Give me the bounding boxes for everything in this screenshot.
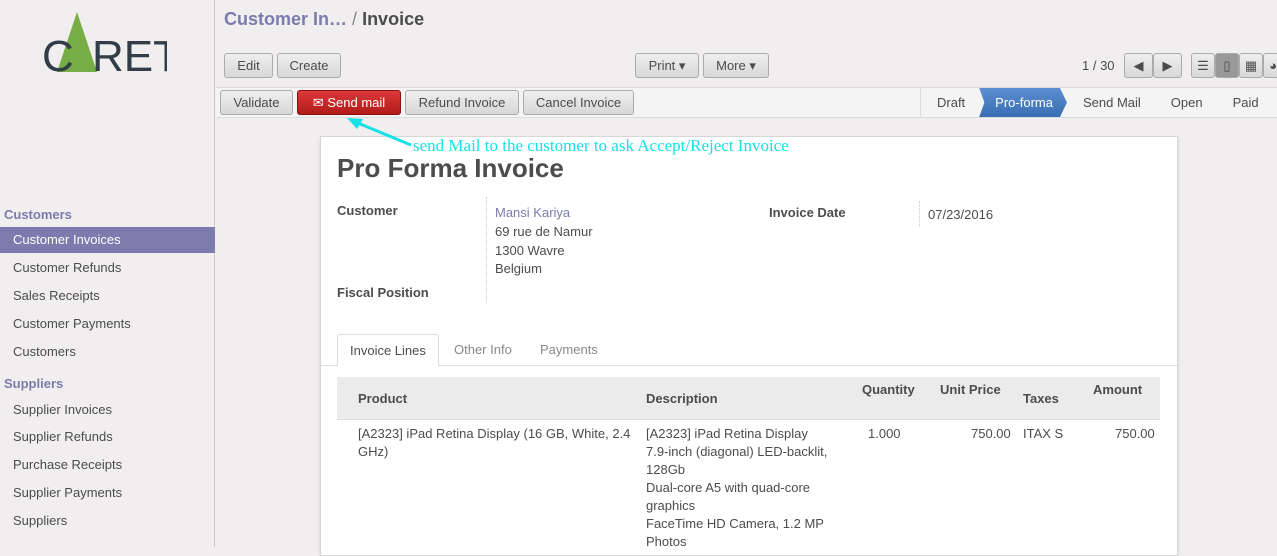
tab-other-info[interactable]: Other Info bbox=[442, 334, 524, 367]
sidebar-section-suppliers: Suppliers bbox=[4, 376, 64, 391]
validate-button[interactable]: Validate bbox=[220, 90, 293, 115]
invoice-date: 07/23/2016 bbox=[928, 207, 994, 222]
cell-unit-price: 750.00 bbox=[971, 426, 1011, 441]
list-icon: ☰ bbox=[1197, 58, 1209, 73]
cell-quantity: 1.000 bbox=[868, 426, 901, 441]
sidebar-item-customers[interactable]: Customers bbox=[0, 339, 215, 365]
status-open[interactable]: Open bbox=[1155, 88, 1217, 117]
breadcrumb-current: Invoice bbox=[362, 9, 425, 29]
cell-taxes: ITAX S bbox=[1023, 426, 1064, 441]
sidebar-item-sales-receipts[interactable]: Sales Receipts bbox=[0, 283, 215, 309]
customer-label: Customer bbox=[337, 203, 398, 218]
cell-description-7: Photos bbox=[646, 534, 687, 549]
table-header: Product Description Quantity Unit Price … bbox=[337, 377, 1160, 420]
create-button[interactable]: Create bbox=[277, 53, 341, 78]
cell-description-2: 7.9-inch (diagonal) LED-backlit, bbox=[646, 444, 828, 459]
sidebar-item-customer-payments[interactable]: Customer Payments bbox=[0, 311, 215, 337]
col-product[interactable]: Product bbox=[358, 391, 407, 406]
cell-description-4: Dual-core A5 with quad-core bbox=[646, 480, 811, 495]
sidebar: C RET Customers Customer Invoices Custome… bbox=[0, 0, 215, 547]
cell-amount: 750.00 bbox=[1115, 426, 1155, 441]
invoice-date-label: Invoice Date bbox=[769, 205, 846, 220]
pager: 1 / 30 bbox=[1082, 58, 1115, 73]
status-paid[interactable]: Paid bbox=[1217, 88, 1273, 117]
col-description[interactable]: Description bbox=[646, 391, 718, 406]
status-draft[interactable]: Draft bbox=[921, 88, 979, 117]
mail-icon: ✉ bbox=[312, 95, 324, 110]
form-title: Pro Forma Invoice bbox=[337, 153, 564, 183]
pie-chart-icon: ◕ bbox=[1269, 58, 1277, 73]
calendar-view-button[interactable]: ▦ bbox=[1239, 53, 1263, 78]
col-taxes[interactable]: Taxes bbox=[1023, 391, 1059, 406]
tab-payments[interactable]: Payments bbox=[528, 334, 610, 367]
fiscal-position-label: Fiscal Position bbox=[337, 285, 429, 300]
status-bar: Draft Pro-forma Send Mail Open Paid bbox=[920, 88, 1273, 117]
annotation-arrow-icon bbox=[347, 118, 412, 147]
form-view-button[interactable]: ▯ bbox=[1215, 53, 1239, 78]
edit-button[interactable]: Edit bbox=[224, 53, 273, 78]
status-send-mail[interactable]: Send Mail bbox=[1067, 88, 1155, 117]
col-unit-price[interactable]: Unit Price bbox=[940, 382, 1001, 397]
cancel-invoice-button[interactable]: Cancel Invoice bbox=[523, 90, 634, 115]
sidebar-item-supplier-invoices[interactable]: Supplier Invoices bbox=[0, 397, 215, 423]
breadcrumb-parent[interactable]: Customer In… bbox=[224, 9, 347, 29]
list-view-button[interactable]: ☰ bbox=[1191, 53, 1215, 78]
print-button[interactable]: Print ▾ bbox=[635, 53, 699, 78]
status-pro-forma[interactable]: Pro-forma bbox=[979, 88, 1067, 117]
calendar-icon: ▦ bbox=[1244, 58, 1258, 73]
sidebar-section-customers: Customers bbox=[4, 207, 72, 222]
more-button[interactable]: More ▾ bbox=[703, 53, 769, 78]
sidebar-item-suppliers[interactable]: Suppliers bbox=[0, 508, 215, 534]
notebook-tabs: Invoice Lines Other Info Payments bbox=[321, 334, 1179, 367]
send-mail-button[interactable]: ✉ Send mail bbox=[297, 90, 401, 115]
sidebar-item-supplier-payments[interactable]: Supplier Payments bbox=[0, 480, 215, 506]
annotation-text: send Mail to the customer to ask Accept/… bbox=[413, 136, 789, 155]
tab-invoice-lines[interactable]: Invoice Lines bbox=[337, 334, 439, 367]
invoice-form: Pro Forma Invoice Customer Mansi Kariya … bbox=[320, 136, 1179, 556]
sidebar-item-supplier-refunds[interactable]: Supplier Refunds bbox=[0, 424, 215, 450]
cell-product: [A2323] iPad Retina Display (16 GB, Whit… bbox=[358, 426, 631, 459]
col-quantity[interactable]: Quantity bbox=[862, 382, 915, 397]
refund-invoice-button[interactable]: Refund Invoice bbox=[405, 90, 519, 115]
graph-view-button[interactable]: ◕ bbox=[1263, 53, 1277, 78]
sidebar-item-customer-invoices[interactable]: Customer Invoices bbox=[0, 227, 215, 253]
address-line-3: Belgium bbox=[495, 261, 542, 276]
customer-link[interactable]: Mansi Kariya bbox=[495, 203, 570, 222]
previous-record-button[interactable]: ◀ bbox=[1124, 53, 1153, 78]
svg-text:RET: RET bbox=[92, 32, 167, 74]
cell-description-1: [A2323] iPad Retina Display bbox=[646, 426, 808, 441]
breadcrumb: Customer In… / Invoice bbox=[224, 9, 424, 30]
address-line-1: 69 rue de Namur bbox=[495, 224, 593, 239]
next-record-button[interactable]: ▶ bbox=[1153, 53, 1182, 78]
sidebar-item-purchase-receipts[interactable]: Purchase Receipts bbox=[0, 452, 215, 478]
cell-description-5: graphics bbox=[646, 498, 696, 513]
breadcrumb-separator: / bbox=[352, 9, 358, 29]
arrow-right-icon: ▶ bbox=[1162, 58, 1173, 73]
address-line-2: 1300 Wavre bbox=[495, 243, 565, 258]
col-amount[interactable]: Amount bbox=[1093, 382, 1142, 397]
caret-logo: C RET bbox=[42, 12, 180, 81]
send-mail-label: Send mail bbox=[327, 95, 386, 110]
sidebar-item-customer-refunds[interactable]: Customer Refunds bbox=[0, 255, 215, 281]
svg-text:C: C bbox=[42, 32, 74, 74]
form-icon: ▯ bbox=[1223, 58, 1231, 73]
cell-description-3: 128Gb bbox=[646, 462, 686, 477]
arrow-left-icon: ◀ bbox=[1133, 58, 1144, 73]
cell-description-6: FaceTime HD Camera, 1.2 MP bbox=[646, 516, 824, 531]
